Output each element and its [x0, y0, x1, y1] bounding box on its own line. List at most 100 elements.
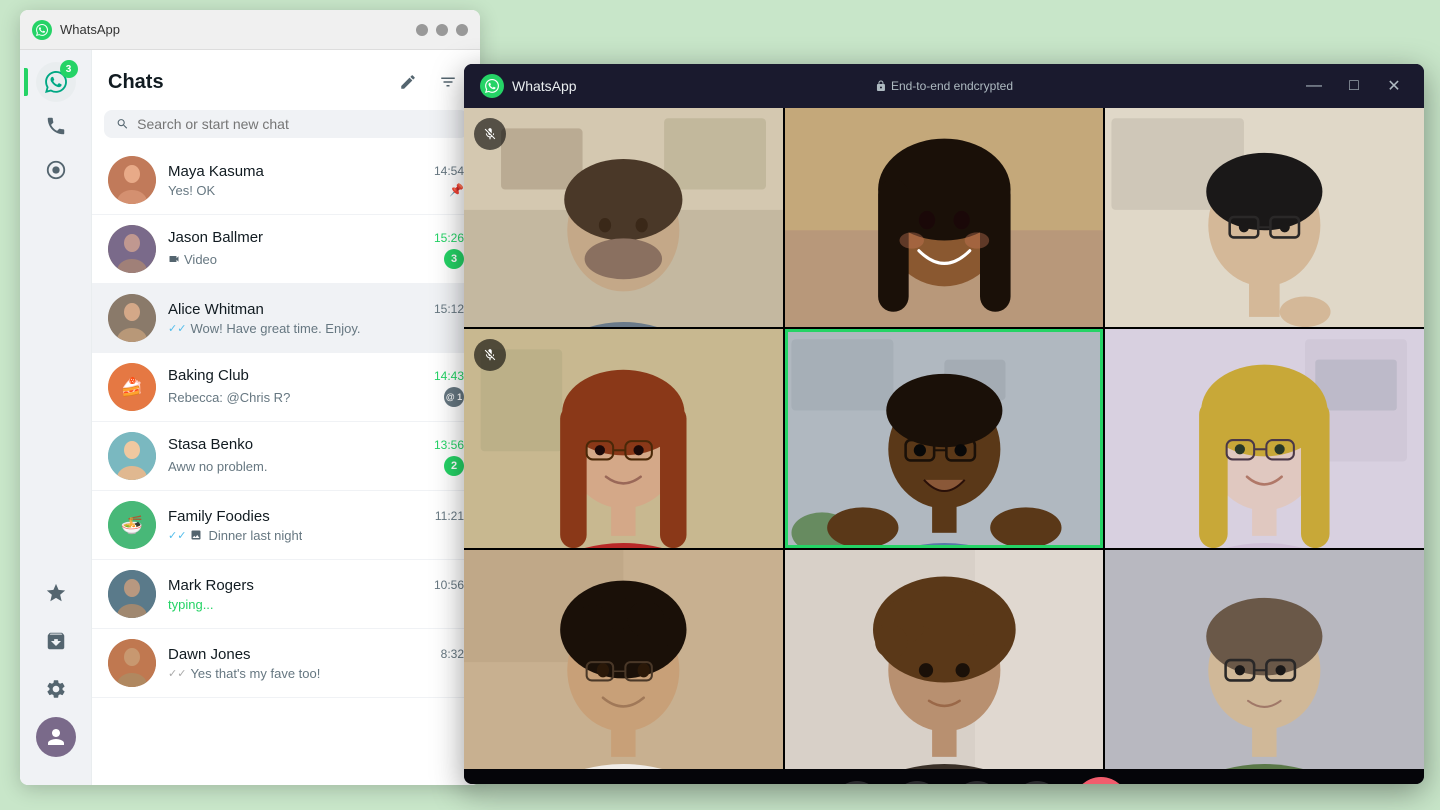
chat-name-maya: Maya Kasuma	[168, 163, 264, 180]
nav-chats-badge: 3	[60, 60, 78, 78]
maximize-button[interactable]	[436, 24, 448, 36]
chat-time-family: 11:21	[435, 509, 464, 523]
search-input[interactable]	[137, 116, 456, 132]
minimize-button[interactable]	[416, 24, 428, 36]
avatar-stasa	[108, 432, 156, 480]
chat-preview-row-baking: Rebecca: @Chris R? @ 1	[168, 387, 464, 407]
chat-item-maya[interactable]: Maya Kasuma 14:54 Yes! OK 📌	[92, 146, 480, 215]
screen-share-button[interactable]	[953, 781, 1001, 784]
chat-preview-dawn: ✓✓ Yes that's my fave too!	[168, 666, 320, 681]
avatar-mark	[108, 570, 156, 618]
chat-preview-row-mark: typing...	[168, 597, 464, 612]
chat-name-row-family: Family Foodies 11:21	[168, 508, 464, 525]
chat-preview-alice: ✓✓ Wow! Have great time. Enjoy.	[168, 321, 360, 336]
video-encryption-label: End-to-end endcrypted	[875, 79, 1013, 93]
pin-icon-maya: 📌	[449, 183, 464, 197]
background-whatsapp-window: WhatsApp 3	[20, 10, 480, 785]
call-controls: 9	[464, 769, 1424, 784]
double-check-dawn: ✓✓	[168, 667, 186, 680]
nav-settings-icon[interactable]	[36, 669, 76, 709]
chat-info-maya: Maya Kasuma 14:54 Yes! OK 📌	[168, 163, 464, 198]
end-call-button[interactable]	[1073, 777, 1129, 784]
chat-preview-row-stasa: Aww no problem. 2	[168, 456, 464, 476]
unread-badge-stasa: 2	[444, 456, 464, 476]
video-toggle-button[interactable]	[833, 781, 881, 784]
chat-preview-row-family: ✓✓ Dinner last night	[168, 528, 464, 543]
nav-chats-icon[interactable]: 3	[36, 62, 76, 102]
chat-time-maya: 14:54	[434, 164, 464, 178]
mute-button[interactable]	[893, 781, 941, 784]
chat-name-row-maya: Maya Kasuma 14:54	[168, 163, 464, 180]
chat-name-jason: Jason Ballmer	[168, 229, 263, 246]
video-cell-5	[785, 329, 1104, 548]
chat-item-stasa[interactable]: Stasa Benko 13:56 Aww no problem. 2	[92, 422, 480, 491]
chat-time-stasa: 13:56	[434, 438, 464, 452]
avatar-maya	[108, 156, 156, 204]
chat-name-alice: Alice Whitman	[168, 301, 264, 318]
chat-name-family: Family Foodies	[168, 508, 270, 525]
chat-info-family: Family Foodies 11:21 ✓✓ Dinner last nigh…	[168, 508, 464, 543]
nav-sidebar: 3	[20, 50, 92, 785]
search-icon	[116, 117, 129, 131]
filter-button[interactable]	[432, 66, 464, 98]
double-check-alice: ✓✓	[168, 322, 186, 335]
nav-profile-avatar[interactable]	[36, 717, 76, 757]
double-check-family: ✓✓	[168, 529, 186, 542]
chat-name-stasa: Stasa Benko	[168, 436, 253, 453]
chat-preview-maya: Yes! OK	[168, 183, 215, 198]
chat-preview-baking: Rebecca: @Chris R?	[168, 390, 290, 405]
chat-preview-stasa: Aww no problem.	[168, 459, 267, 474]
chat-name-row-jason: Jason Ballmer 15:26	[168, 229, 464, 246]
mute-indicator-4	[474, 339, 506, 371]
video-cell-4	[464, 329, 783, 548]
chat-item-dawn[interactable]: Dawn Jones 8:32 ✓✓ Yes that's my fave to…	[92, 629, 480, 698]
header-icons	[392, 66, 464, 98]
avatar-dawn	[108, 639, 156, 687]
chat-item-alice[interactable]: Alice Whitman 15:12 ✓✓ Wow! Have great t…	[92, 284, 480, 353]
video-cell-2	[785, 108, 1104, 327]
chats-header: Chats	[92, 50, 480, 106]
nav-archived-icon[interactable]	[36, 621, 76, 661]
new-chat-button[interactable]	[392, 66, 424, 98]
chat-item-family[interactable]: Family Foodies 11:21 ✓✓ Dinner last nigh…	[92, 491, 480, 560]
nav-status-icon[interactable]	[36, 150, 76, 190]
video-titlebar: WhatsApp End-to-end endcrypted — □ ✕	[464, 64, 1424, 108]
nav-starred-icon[interactable]	[36, 573, 76, 613]
video-close-btn[interactable]: ✕	[1380, 72, 1408, 100]
search-bar[interactable]	[104, 110, 468, 138]
avatar-baking	[108, 363, 156, 411]
video-win-controls: — □ ✕	[1300, 72, 1408, 100]
video-app-name: WhatsApp	[512, 78, 577, 94]
video-cell-7	[464, 550, 783, 769]
video-minimize-btn[interactable]: —	[1300, 72, 1328, 100]
chat-item-baking[interactable]: Baking Club 14:43 Rebecca: @Chris R? @ 1	[92, 353, 480, 422]
chat-list: Maya Kasuma 14:54 Yes! OK 📌	[92, 146, 480, 785]
nav-calls-icon[interactable]	[36, 106, 76, 146]
video-app-info: WhatsApp	[480, 74, 577, 98]
nav-bottom	[36, 573, 76, 773]
chat-name-row-stasa: Stasa Benko 13:56	[168, 436, 464, 453]
chat-time-jason: 15:26	[434, 231, 464, 245]
more-options-button[interactable]	[1013, 781, 1061, 784]
chat-preview-row-jason: Video 3	[168, 249, 464, 269]
chat-name-dawn: Dawn Jones	[168, 646, 251, 663]
wa-logo-small	[32, 20, 52, 40]
chat-info-mark: Mark Rogers 10:56 typing...	[168, 577, 464, 612]
close-button[interactable]	[456, 24, 468, 36]
encryption-text: End-to-end endcrypted	[891, 79, 1013, 93]
chat-item-jason[interactable]: Jason Ballmer 15:26 Video 3	[92, 215, 480, 284]
video-maximize-btn[interactable]: □	[1340, 72, 1368, 100]
video-grid	[464, 108, 1424, 769]
chat-info-baking: Baking Club 14:43 Rebecca: @Chris R? @ 1	[168, 367, 464, 407]
chat-item-mark[interactable]: Mark Rogers 10:56 typing...	[92, 560, 480, 629]
app-layout: 3	[20, 50, 480, 785]
chat-name-baking: Baking Club	[168, 367, 249, 384]
unread-badge-baking: @ 1	[444, 387, 464, 407]
chat-time-mark: 10:56	[434, 578, 464, 592]
chat-name-row-dawn: Dawn Jones 8:32	[168, 646, 464, 663]
chat-preview-row-dawn: ✓✓ Yes that's my fave too!	[168, 666, 464, 681]
mute-indicator-1	[474, 118, 506, 150]
chat-info-jason: Jason Ballmer 15:26 Video 3	[168, 229, 464, 269]
window-controls	[416, 24, 468, 36]
chat-time-alice: 15:12	[434, 302, 464, 316]
